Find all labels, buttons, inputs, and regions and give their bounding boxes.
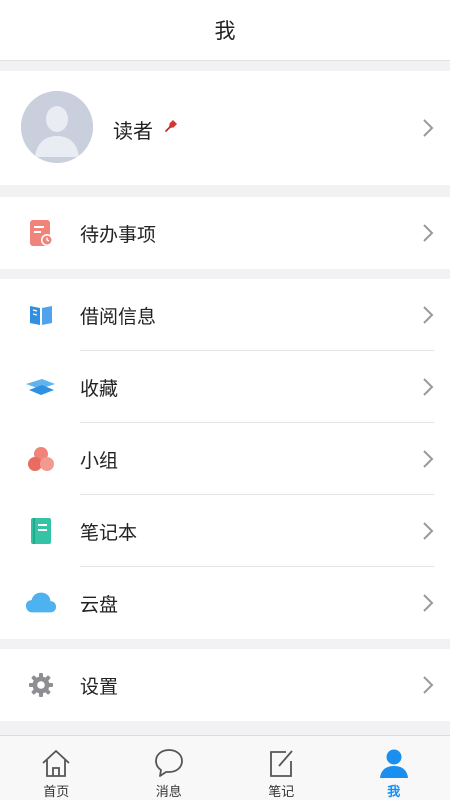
tab-home[interactable]: 首页 (0, 736, 113, 800)
tab-label: 我 (387, 785, 401, 800)
menu-item-label: 笔记本 (80, 522, 138, 544)
menu-item-groups[interactable]: 小组 (0, 423, 450, 495)
chevron-right-icon (423, 450, 434, 468)
tab-notes[interactable]: 笔记 (225, 736, 338, 800)
title-bar: 我 (0, 0, 450, 61)
tab-label: 消息 (155, 785, 182, 800)
profile-name: 读者 (113, 119, 153, 143)
menu-item-favorites[interactable]: 收藏 (0, 351, 450, 423)
collect-icon (25, 373, 57, 401)
gear-icon (25, 671, 57, 699)
avatar[interactable] (21, 91, 93, 163)
user-icon (379, 749, 408, 778)
chevron-right-icon (423, 676, 434, 694)
book-icon (25, 301, 57, 329)
notebook-icon (25, 517, 57, 545)
chevron-right-icon (423, 378, 434, 396)
tab-me[interactable]: 我 (338, 736, 450, 800)
message-icon (154, 749, 183, 777)
tab-messages[interactable]: 消息 (113, 736, 226, 800)
note-edit-icon (270, 750, 293, 777)
menu-item-label: 云盘 (80, 594, 119, 616)
settings-section: 设置 (0, 649, 450, 721)
chevron-right-icon (423, 224, 434, 242)
page-title: 我 (214, 19, 236, 43)
home-icon (42, 750, 70, 777)
menu-item-label: 小组 (80, 450, 119, 472)
tab-label: 笔记 (268, 785, 295, 800)
menu-item-settings[interactable]: 设置 (0, 649, 450, 721)
chevron-right-icon (423, 306, 434, 324)
cloud-icon (25, 589, 57, 617)
todo-list-icon (25, 219, 57, 247)
chevron-right-icon (423, 594, 434, 612)
profile-row[interactable]: 读者 (0, 71, 450, 185)
menu-item-borrow[interactable]: 借阅信息 (0, 279, 450, 351)
chevron-right-icon (423, 119, 434, 137)
menu-item-label: 收藏 (80, 378, 119, 400)
menu-group: 借阅信息 收藏 小组 笔记本 云盘 (0, 279, 450, 639)
menu-item-cloud[interactable]: 云盘 (0, 567, 450, 639)
tab-bar: 首页 消息 笔记 我 (0, 735, 450, 800)
menu-item-label: 待办事项 (80, 224, 157, 246)
menu-item-label: 设置 (80, 676, 119, 698)
todo-section: 待办事项 (0, 197, 450, 269)
menu-item-label: 借阅信息 (80, 306, 157, 328)
menu-item-notebook[interactable]: 笔记本 (0, 495, 450, 567)
group-icon (25, 445, 57, 473)
chevron-right-icon (423, 522, 434, 540)
tab-label: 首页 (43, 785, 70, 800)
menu-item-todo[interactable]: 待办事项 (0, 197, 450, 269)
pin-icon (165, 120, 177, 132)
